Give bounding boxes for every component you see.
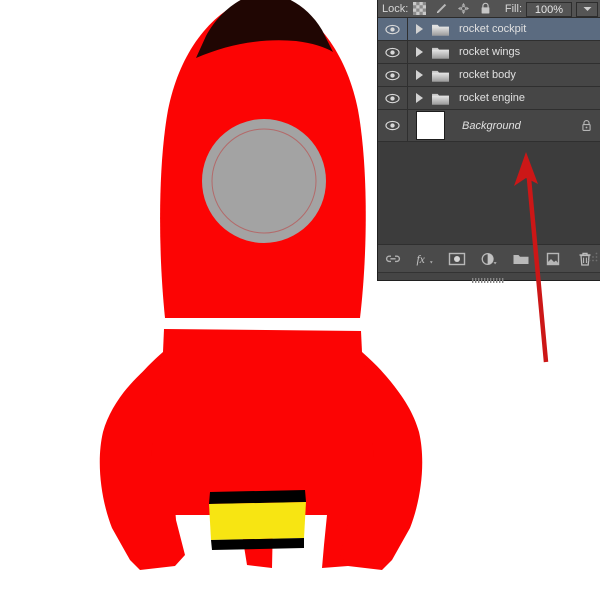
- layer-style-button[interactable]: fx: [416, 250, 434, 268]
- folder-icon: [431, 91, 450, 106]
- eye-icon: [385, 47, 400, 58]
- layer-thumbnail[interactable]: [408, 111, 452, 140]
- layer-lock-indicator: [572, 119, 600, 132]
- padlock-icon[interactable]: [479, 2, 492, 15]
- fill-value-input[interactable]: 100%: [526, 2, 572, 17]
- layer-thumbnail[interactable]: [427, 22, 453, 37]
- layer-thumbnail[interactable]: [427, 68, 453, 83]
- adjustment-layer-button[interactable]: [480, 250, 498, 268]
- layer-row-rocket-body[interactable]: rocket body: [378, 64, 600, 87]
- white-thumbnail: [416, 111, 445, 140]
- fill-control-group: Fill: 100%: [505, 0, 598, 18]
- visibility-toggle[interactable]: [378, 87, 408, 109]
- visibility-toggle[interactable]: [378, 18, 408, 40]
- layer-thumbnail[interactable]: [427, 45, 453, 60]
- new-layer-icon: [544, 250, 562, 268]
- expand-group-toggle[interactable]: [411, 70, 427, 80]
- layers-panel-toolbar[interactable]: fx: [378, 244, 600, 272]
- chevron-right-icon: [416, 70, 423, 80]
- layer-row-background[interactable]: Background: [378, 110, 600, 142]
- folder-icon: [431, 68, 450, 83]
- lock-and-fill-row: Lock:: [378, 0, 600, 18]
- layer-name-label[interactable]: rocket wings: [453, 46, 600, 58]
- chevron-right-icon: [416, 47, 423, 57]
- body-stripe: [164, 318, 361, 331]
- layer-thumbnail[interactable]: [427, 91, 453, 106]
- layer-name-label[interactable]: rocket body: [453, 69, 600, 81]
- folder-icon: [431, 22, 450, 37]
- mask-icon: [448, 250, 466, 268]
- fill-label: Fill:: [505, 3, 522, 15]
- move-icon[interactable]: [457, 2, 470, 15]
- visibility-toggle[interactable]: [378, 64, 408, 86]
- new-group-button[interactable]: [512, 250, 530, 268]
- checkerboard-icon[interactable]: [413, 2, 426, 15]
- brush-icon[interactable]: [435, 2, 448, 15]
- expand-group-toggle[interactable]: [411, 47, 427, 57]
- folder-icon: [431, 45, 450, 60]
- expand-group-toggle[interactable]: [411, 24, 427, 34]
- chevron-down-icon: [583, 3, 592, 15]
- rocket-window: [202, 119, 326, 243]
- add-layer-mask-button[interactable]: [448, 250, 466, 268]
- eye-icon: [385, 120, 400, 131]
- svg-text:fx: fx: [416, 253, 425, 266]
- rocket-engine-artwork: [209, 490, 306, 550]
- folder-icon: [512, 250, 530, 268]
- screenshot-root: Lock:: [0, 0, 600, 600]
- new-layer-button[interactable]: [544, 250, 562, 268]
- layer-row-rocket-cockpit[interactable]: rocket cockpit: [378, 18, 600, 41]
- layer-row-rocket-wings[interactable]: rocket wings: [378, 41, 600, 64]
- link-layers-button[interactable]: [384, 250, 402, 268]
- lock-button-group: [413, 2, 492, 15]
- panel-drag-grip[interactable]: [472, 274, 506, 279]
- visibility-toggle[interactable]: [378, 41, 408, 63]
- chevron-right-icon: [416, 93, 423, 103]
- layer-name-label[interactable]: rocket cockpit: [453, 23, 600, 35]
- link-icon: [384, 250, 402, 268]
- fill-dropdown-button[interactable]: [576, 2, 598, 17]
- layer-row-rocket-engine[interactable]: rocket engine: [378, 87, 600, 110]
- fx-icon: fx: [416, 250, 434, 268]
- lock-label: Lock:: [382, 3, 408, 15]
- layer-list[interactable]: rocket cockpit: [378, 18, 600, 244]
- panel-resize-grip[interactable]: [588, 252, 598, 262]
- eye-icon: [385, 24, 400, 35]
- expand-group-toggle[interactable]: [411, 93, 427, 103]
- visibility-toggle[interactable]: [378, 110, 408, 141]
- layer-name-label[interactable]: Background: [452, 120, 572, 132]
- chevron-right-icon: [416, 24, 423, 34]
- half-circle-icon: [480, 250, 498, 268]
- layer-name-label[interactable]: rocket engine: [453, 92, 600, 104]
- layers-panel[interactable]: Lock:: [377, 0, 600, 281]
- eye-icon: [385, 93, 400, 104]
- panel-footer-bar: [378, 272, 600, 280]
- padlock-icon: [581, 119, 592, 132]
- eye-icon: [385, 70, 400, 81]
